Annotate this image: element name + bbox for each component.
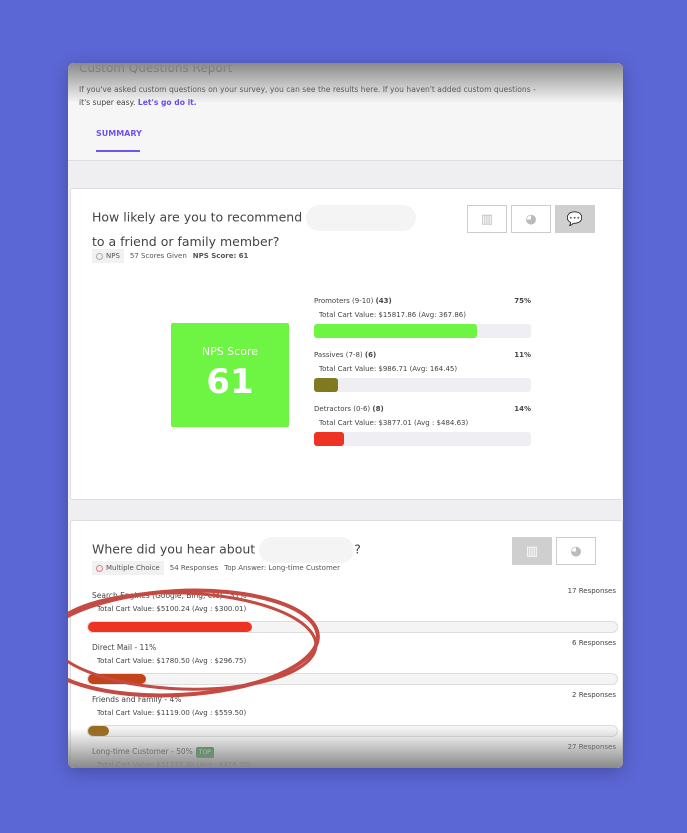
pie-chart-icon: ◕ (570, 543, 582, 559)
answer-responses: 27 Responses (567, 743, 616, 751)
question-title: How likely are you to recommend to a fri… (92, 205, 432, 253)
answer-bar-fill (88, 726, 110, 736)
lets-go-link[interactable]: Let's go do it. (138, 98, 197, 107)
description: If you've asked custom questions on your… (79, 83, 539, 109)
nps-bar-fill (314, 432, 345, 446)
row-cart-value: Total Cart Value: $3877.01 (Avg : $484.6… (319, 419, 469, 427)
redacted-name (306, 205, 417, 231)
comment-icon: 💬 (566, 211, 584, 227)
row-percent: 14% (514, 405, 531, 413)
type-chip: Multiple Choice (92, 561, 164, 575)
answer-cart-value: Total Cart Value: $11237.30 (Avg : $416.… (97, 761, 251, 768)
row-percent: 11% (514, 351, 531, 359)
bar-chart-view-button[interactable]: ▥ (467, 205, 507, 233)
comments-view-button[interactable]: 💬 (555, 205, 595, 233)
nps-row: Promoters (9-10) (43) 75% Total Cart Val… (314, 297, 531, 319)
nps-score-value: 61 (206, 362, 254, 402)
question-text: Where did you hear about (92, 541, 256, 557)
nps-score-box: NPS Score 61 (171, 323, 289, 427)
answer-cart-value: Total Cart Value: $1119.00 (Avg : $559.5… (97, 709, 247, 717)
tab-summary[interactable]: SUMMARY (96, 129, 142, 138)
nps-row: Detractors (0-6) (8) 14% Total Cart Valu… (314, 405, 531, 427)
bar-chart-icon: ▥ (480, 211, 494, 227)
question-meta: Multiple Choice 54 Responses Top Answer:… (92, 561, 340, 575)
answer-percent: - 50% (168, 747, 193, 756)
nps-score-title: NPS Score (201, 345, 259, 358)
row-count: (8) (372, 405, 384, 413)
nps-icon (96, 252, 103, 260)
question-title: Where did you hear about ? (92, 537, 361, 563)
page-title: Custom Questions Report (79, 63, 233, 75)
top-badge: TOP (195, 747, 214, 758)
row-label: Passives (7-8) (314, 351, 363, 359)
answer-responses: 17 Responses (567, 587, 616, 595)
row-count: (6) (364, 351, 377, 359)
nps-bar-fill (314, 324, 477, 338)
question-meta: NPS 57 Scores Given NPS Score: 61 (92, 249, 248, 263)
row-cart-value: Total Cart Value: $986.71 (Avg: 164.45) (319, 365, 458, 373)
nps-bar-track (314, 378, 531, 392)
multiple-choice-icon (96, 564, 103, 572)
answer-label: Long-time Customer (92, 747, 169, 756)
row-cart-value: Total Cart Value: $15817.86 (Avg: 367.86… (319, 311, 466, 319)
row-label: Promoters (9-10) (314, 297, 374, 305)
scores-given: 57 Scores Given (129, 252, 187, 260)
nps-row: Passives (7-8) (6) 11% Total Cart Value:… (314, 351, 531, 373)
answer-responses: 2 Responses (572, 691, 616, 699)
answer-row: Long-time Customer - 50% TOP 27 Responses… (92, 743, 616, 768)
report-panel: Custom Questions Report If you've asked … (68, 63, 623, 768)
response-count: 54 Responses (169, 564, 219, 572)
type-label: NPS (106, 252, 120, 260)
nps-bar-fill (314, 378, 338, 392)
row-count: (43) (375, 297, 392, 305)
bar-chart-view-button[interactable]: ▥ (512, 537, 552, 565)
pie-chart-view-button[interactable]: ◕ (556, 537, 596, 565)
red-circle-annotation (68, 588, 320, 698)
question-text-end: ? (354, 541, 361, 557)
nps-score-label: NPS Score: 61 (192, 252, 249, 260)
nps-bar-track (314, 324, 531, 338)
answer-responses: 6 Responses (572, 639, 616, 647)
row-percent: 75% (514, 297, 531, 305)
redacted-name (259, 537, 355, 563)
tab-indicator (96, 150, 140, 152)
pie-chart-icon: ◕ (525, 211, 537, 227)
view-toggle: ▥ ◕ 💬 (467, 205, 595, 233)
row-label: Detractors (0-6) (314, 405, 371, 413)
nps-question-card: How likely are you to recommend to a fri… (70, 188, 623, 500)
bar-chart-icon: ▥ (525, 543, 539, 559)
pie-chart-view-button[interactable]: ◕ (511, 205, 551, 233)
top-answer: Top Answer: Long-time Customer (224, 564, 340, 572)
report-header: Custom Questions Report If you've asked … (68, 63, 623, 161)
question-text: How likely are you to recommend (92, 209, 303, 225)
question-text-end: to a friend or family member? (92, 234, 280, 249)
type-chip: NPS (92, 249, 124, 263)
type-label: Multiple Choice (106, 564, 160, 572)
nps-bar-track (314, 432, 531, 446)
view-toggle: ▥ ◕ (512, 537, 596, 565)
answer-bar-track (87, 725, 618, 737)
